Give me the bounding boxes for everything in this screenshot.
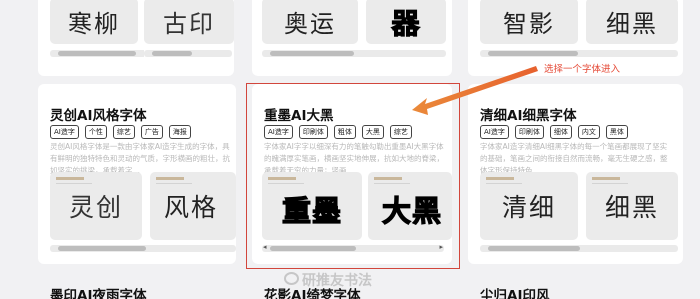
watermark-logo-icon bbox=[284, 272, 299, 285]
watermark-text: 研推友书法 bbox=[302, 273, 372, 289]
annotation-arrow-icon bbox=[412, 66, 538, 115]
card-title[interactable]: 墨印AI夜雨字体 bbox=[50, 284, 146, 299]
card-title[interactable]: 尘归AI印风 bbox=[480, 284, 549, 299]
annotation-text: 选择一个字体进入 bbox=[544, 64, 621, 75]
